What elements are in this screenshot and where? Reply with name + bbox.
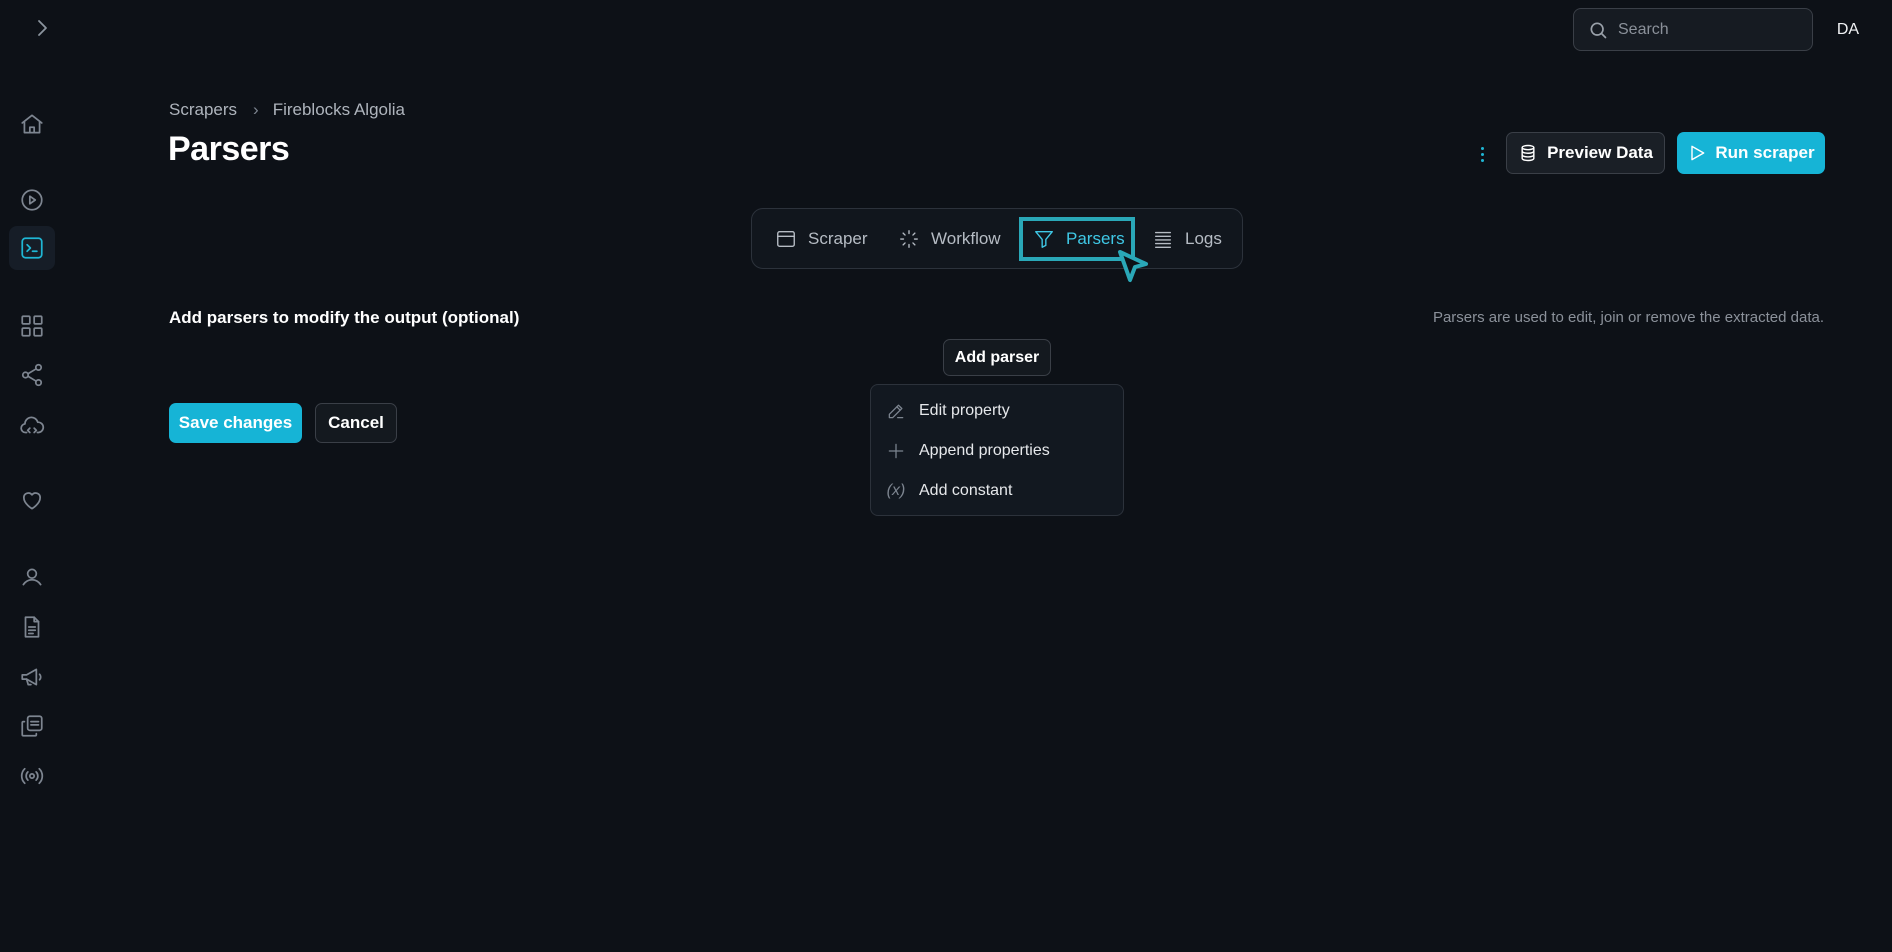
menu-item-append-properties[interactable]: Append properties xyxy=(871,431,1123,471)
run-scraper-button[interactable]: Run scraper xyxy=(1677,132,1825,174)
search-icon xyxy=(1590,22,1607,38)
heart-icon xyxy=(23,492,41,510)
browser-window-icon xyxy=(777,230,795,248)
more-options-icon[interactable] xyxy=(1470,140,1494,168)
menu-item-edit-property[interactable]: Edit property xyxy=(871,391,1123,431)
sidebar-item-cloud[interactable] xyxy=(9,404,55,448)
add-parser-button[interactable]: Add parser xyxy=(943,339,1051,376)
document-icon xyxy=(24,616,40,638)
play-icon xyxy=(1691,145,1705,161)
copy-icon xyxy=(21,715,43,737)
search-input[interactable] xyxy=(1618,20,1798,39)
terminal-icon xyxy=(21,237,43,259)
sidebar-item-account[interactable] xyxy=(9,555,55,599)
section-label: Add parsers to modify the output (option… xyxy=(169,308,520,327)
breadcrumb: Scrapers › Fireblocks Algolia xyxy=(169,100,405,120)
preview-data-button[interactable]: Preview Data xyxy=(1506,132,1665,174)
cancel-button[interactable]: Cancel xyxy=(315,403,397,443)
add-parser-menu: Edit property Append properties (x) Add … xyxy=(870,384,1124,516)
menu-item-add-constant[interactable]: (x) Add constant xyxy=(871,471,1123,511)
edit-icon xyxy=(885,400,907,422)
sidebar-item-apps[interactable] xyxy=(9,304,55,348)
sidebar-item-scrapers[interactable] xyxy=(9,226,55,270)
broadcast-icon xyxy=(20,767,44,785)
search-box[interactable] xyxy=(1573,8,1813,51)
menu-item-label: Append properties xyxy=(919,442,1050,459)
menu-item-label: Add constant xyxy=(919,482,1013,499)
tab-label: Logs xyxy=(1185,229,1222,248)
list-icon xyxy=(1154,231,1172,248)
sidebar-item-docs[interactable] xyxy=(9,605,55,649)
cloud-code-icon xyxy=(20,416,45,434)
section-hint: Parsers are used to edit, join or remove… xyxy=(1432,309,1824,326)
cursor-pointer-icon xyxy=(1118,250,1148,282)
preview-data-label: Preview Data xyxy=(1547,143,1653,162)
chevron-right-icon[interactable] xyxy=(30,16,54,40)
tab-label: Scraper xyxy=(808,229,868,248)
tab-label: Workflow xyxy=(931,229,1001,248)
variable-icon: (x) xyxy=(886,482,906,499)
page-title: Parsers xyxy=(168,130,290,168)
tab-label: Parsers xyxy=(1066,229,1125,248)
sidebar-item-favorites[interactable] xyxy=(9,478,55,522)
tab-scraper[interactable]: Scraper xyxy=(775,219,868,259)
tab-logs[interactable]: Logs xyxy=(1152,219,1222,259)
sidebar-item-runs[interactable] xyxy=(9,178,55,222)
plus-icon xyxy=(885,440,907,462)
run-scraper-label: Run scraper xyxy=(1715,143,1815,162)
sidebar-item-home[interactable] xyxy=(9,102,55,146)
breadcrumb-item-current[interactable]: Fireblocks Algolia xyxy=(273,100,405,120)
chevron-right-icon: › xyxy=(253,100,259,119)
user-icon xyxy=(22,568,42,586)
sidebar-item-broadcast[interactable] xyxy=(9,754,55,798)
breadcrumb-item-scrapers[interactable]: Scrapers xyxy=(169,100,237,120)
sidebar xyxy=(0,0,66,952)
share-icon xyxy=(21,363,43,387)
sidebar-item-copies[interactable] xyxy=(9,704,55,748)
filter-icon xyxy=(1035,230,1053,248)
tab-workflow[interactable]: Workflow xyxy=(898,219,1001,259)
sparkle-click-icon xyxy=(900,230,918,248)
database-icon xyxy=(1521,144,1535,162)
sidebar-item-announcements[interactable] xyxy=(9,655,55,699)
menu-item-label: Edit property xyxy=(919,402,1010,419)
sidebar-item-integrations[interactable] xyxy=(9,353,55,397)
avatar[interactable]: DA xyxy=(1826,18,1870,42)
save-changes-button[interactable]: Save changes xyxy=(169,403,302,443)
tab-bar: Scraper Workflow Parsers Logs xyxy=(751,208,1243,269)
megaphone-icon xyxy=(21,668,42,686)
grid-icon xyxy=(21,315,43,337)
home-icon xyxy=(21,114,43,134)
play-circle-icon xyxy=(21,189,43,211)
